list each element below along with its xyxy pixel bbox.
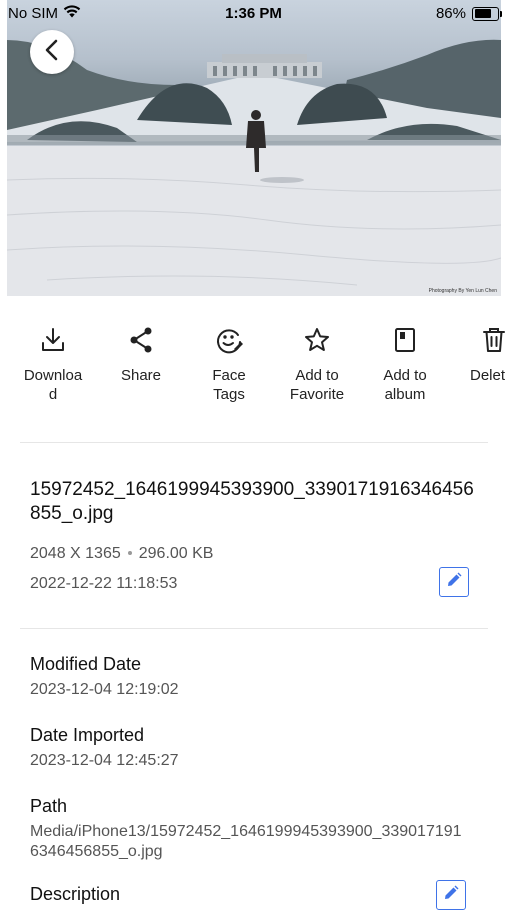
- album-icon: [365, 322, 445, 358]
- photo-scene: [7, 39, 501, 296]
- date-imported-value: 2023-12-04 12:45:27: [30, 752, 179, 769]
- photo-credit: Photography By Yen Lun Chen: [428, 288, 497, 294]
- download-icon: [13, 322, 93, 358]
- file-date: 2022-12-22 11:18:53: [30, 575, 178, 592]
- battery-percent: 86%: [435, 5, 466, 22]
- modified-date-title: Modified Date: [30, 654, 142, 674]
- photo-preview[interactable]: Photography By Yen Lun Chen: [7, 0, 501, 296]
- pencil-icon: [446, 572, 462, 593]
- share-label: Share: [120, 367, 162, 384]
- face-tag-icon: [189, 322, 269, 358]
- status-right: 86%: [435, 5, 502, 22]
- trash-icon: [453, 322, 507, 358]
- face-tags-label: Face Tags: [212, 367, 246, 403]
- date-imported-title: Date Imported: [30, 725, 145, 745]
- face-tags-action[interactable]: Face Tags: [189, 322, 269, 404]
- download-action[interactable]: Downloa d: [13, 322, 93, 404]
- file-dimensions: 2048 X 1365: [30, 545, 121, 562]
- path-value: Media/iPhone13/15972452_1646199945393900…: [30, 823, 462, 860]
- modified-date-value: 2023-12-04 12:19:02: [30, 681, 179, 698]
- divider: [20, 628, 488, 629]
- file-name: 15972452_1646199945393900_33901719163464…: [30, 479, 474, 524]
- delete-action[interactable]: Delet: [453, 322, 507, 385]
- download-label: Downloa d: [23, 367, 83, 403]
- add-to-album-action[interactable]: Add to album: [365, 322, 445, 404]
- separator-dot: [127, 551, 132, 555]
- battery-icon: [472, 6, 502, 21]
- share-icon: [101, 322, 181, 358]
- edit-date-button[interactable]: [439, 567, 469, 597]
- add-to-favorite-label: Add to Favorite: [289, 367, 345, 403]
- path-title: Path: [30, 796, 68, 816]
- edit-description-button[interactable]: [436, 880, 466, 910]
- add-to-album-label: Add to album: [383, 367, 427, 403]
- back-button[interactable]: [30, 30, 74, 74]
- action-bar: Downloa d Share Face Tags Add to Favorit…: [0, 322, 507, 432]
- share-action[interactable]: Share: [101, 322, 181, 385]
- status-bar: No SIM 1:36 PM 86%: [0, 0, 507, 28]
- star-icon: [277, 322, 357, 358]
- clock: 1:36 PM: [225, 5, 282, 22]
- description-title: Description: [30, 884, 121, 904]
- pencil-icon: [443, 885, 459, 906]
- file-size: 296.00 KB: [138, 545, 214, 562]
- chevron-left-icon: [42, 39, 62, 66]
- add-to-favorite-action[interactable]: Add to Favorite: [277, 322, 357, 404]
- divider: [20, 442, 488, 443]
- delete-label: Delet: [470, 367, 506, 384]
- file-meta: 2048 X 1365 296.00 KB: [30, 545, 213, 563]
